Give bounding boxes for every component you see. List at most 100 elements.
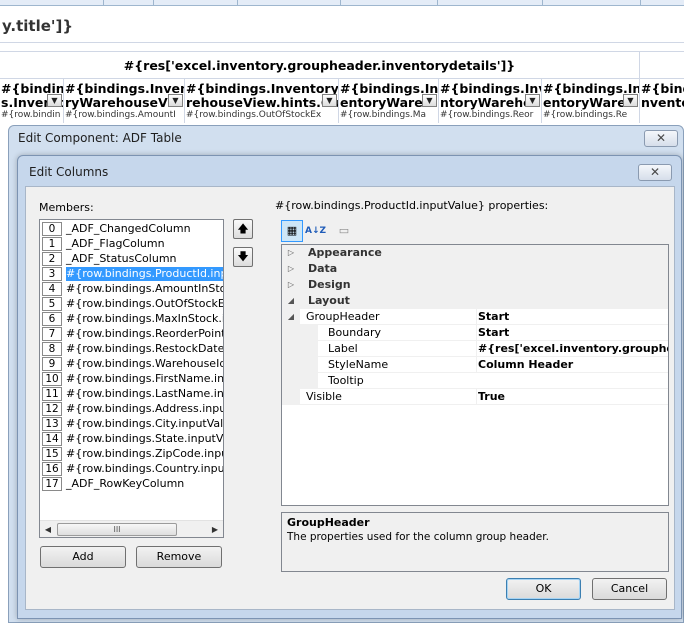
dialog-title: Edit Columns xyxy=(29,165,109,179)
list-item[interactable]: 0 _ADF_ChangedColumn xyxy=(40,222,223,237)
hint-cell: #{row.bindings.Re xyxy=(543,110,628,120)
gutter xyxy=(282,389,300,405)
move-up-button[interactable]: 🡅 xyxy=(233,219,253,239)
hint-cell: #{row.bindings.AmountI xyxy=(65,110,176,120)
member-name: #{row.bindings.ZipCode.inputVal xyxy=(66,447,223,460)
list-item[interactable]: 5 #{row.bindings.OutOfStockExpl. xyxy=(40,297,223,312)
group-header-cell[interactable]: #{res['excel.inventory.groupheader.inven… xyxy=(0,52,640,78)
filter-dropdown-button[interactable]: ▼ xyxy=(422,94,437,107)
title-cell[interactable]: y.title']} xyxy=(0,7,684,43)
move-down-button[interactable]: 🡇 xyxy=(233,247,253,267)
filter-dropdown-button[interactable]: ▼ xyxy=(525,94,540,107)
property-row[interactable]: ◢ GroupHeader Start xyxy=(282,309,668,325)
close-icon[interactable]: ✕ xyxy=(638,164,672,181)
list-item[interactable]: 9 #{row.bindings.WarehouseId.inp xyxy=(40,357,223,372)
expand-icon: ▷ xyxy=(282,261,300,277)
member-index: 12 xyxy=(42,402,62,416)
property-pages-icon[interactable]: ▭ xyxy=(333,220,355,242)
description-panel: GroupHeader The properties used for the … xyxy=(281,512,669,572)
gutter xyxy=(282,373,300,389)
property-name: Visible xyxy=(306,390,342,403)
member-name: _ADF_FlagColumn xyxy=(66,237,165,250)
property-name: Appearance xyxy=(308,246,382,259)
column-header-line1: #{bindings.Invento xyxy=(65,81,184,96)
property-category[interactable]: ▷ Data xyxy=(282,261,668,277)
property-row[interactable]: StyleName Column Header xyxy=(282,357,668,373)
member-index: 4 xyxy=(42,282,62,296)
cancel-button[interactable]: Cancel xyxy=(592,578,667,600)
member-index: 13 xyxy=(42,417,62,431)
list-item[interactable]: 13 #{row.bindings.City.inputValue} xyxy=(40,417,223,432)
categorized-view-icon[interactable]: ▦ xyxy=(281,220,303,242)
list-item[interactable]: 7 #{row.bindings.ReorderPoint.inp xyxy=(40,327,223,342)
add-button[interactable]: Add xyxy=(40,546,126,568)
members-list[interactable]: 0 _ADF_ChangedColumn 1 _ADF_FlagColumn 2 _ADF… xyxy=(39,219,224,538)
member-name: #{row.bindings.LastName.input\ xyxy=(66,387,223,400)
member-index: 5 xyxy=(42,297,62,311)
list-item[interactable]: 15 #{row.bindings.ZipCode.inputVal xyxy=(40,447,223,462)
filter-dropdown-button[interactable]: ▼ xyxy=(47,94,62,107)
filter-dropdown-button[interactable]: ▼ xyxy=(168,94,183,107)
member-index: 3 xyxy=(42,267,62,281)
property-name: Boundary xyxy=(328,326,381,339)
property-row[interactable]: Visible True xyxy=(282,389,668,405)
ok-button[interactable]: OK xyxy=(506,578,581,600)
hint-cell: #{row.bindings.Reor xyxy=(440,110,534,120)
description-title: GroupHeader xyxy=(287,516,370,529)
property-grid[interactable]: ▷ Appearance ▷ Data ▷ Design ◢ Layout ◢ GroupHead… xyxy=(281,244,669,506)
property-row[interactable]: Boundary Start xyxy=(282,325,668,341)
empty-cell[interactable] xyxy=(641,52,684,78)
expand-icon: ▷ xyxy=(282,245,300,261)
gutter xyxy=(300,373,318,389)
hint-cell: #{row.bindings.OutOfStockEx xyxy=(186,110,322,120)
member-index: 9 xyxy=(42,357,62,371)
close-icon[interactable]: ✕ xyxy=(644,130,678,147)
property-value[interactable]: True xyxy=(476,389,668,404)
property-row[interactable]: Tooltip xyxy=(282,373,668,389)
property-category[interactable]: ▷ Design xyxy=(282,277,668,293)
dialog-body: Members: 0 _ADF_ChangedColumn 1 _ADF_FlagCo… xyxy=(25,186,675,610)
remove-button[interactable]: Remove xyxy=(136,546,222,568)
list-item[interactable]: 4 #{row.bindings.AmountInStock.i xyxy=(40,282,223,297)
list-item[interactable]: 12 #{row.bindings.Address.inputVa xyxy=(40,402,223,417)
property-name: Design xyxy=(308,278,351,291)
member-index: 17 xyxy=(42,477,62,491)
property-name: StyleName xyxy=(328,358,389,371)
member-index: 14 xyxy=(42,432,62,446)
hint-cell: #{row.bindin xyxy=(1,110,61,120)
scroll-thumb[interactable]: III xyxy=(57,523,177,536)
list-item[interactable]: 11 #{row.bindings.LastName.input\ xyxy=(40,387,223,402)
property-category[interactable]: ▷ Appearance xyxy=(282,245,668,261)
list-item[interactable]: 3 #{row.bindings.ProductId.inputV xyxy=(40,267,223,282)
member-index: 0 xyxy=(42,222,62,236)
list-item[interactable]: 17 _ADF_RowKeyColumn xyxy=(40,477,223,492)
horizontal-scrollbar[interactable]: ◀ III ▶ xyxy=(40,520,223,537)
member-index: 16 xyxy=(42,462,62,476)
property-value[interactable]: Start xyxy=(476,309,668,324)
filter-dropdown-button[interactable]: ▼ xyxy=(623,94,638,107)
scroll-left-icon[interactable]: ◀ xyxy=(41,523,55,536)
alphabetical-sort-icon[interactable]: A↓Z xyxy=(304,220,326,242)
property-row[interactable]: Label #{res['excel.inventory.groupheader xyxy=(282,341,668,357)
member-index: 10 xyxy=(42,372,62,386)
list-item[interactable]: 1 _ADF_FlagColumn xyxy=(40,237,223,252)
list-item[interactable]: 2 _ADF_StatusColumn xyxy=(40,252,223,267)
member-name: #{row.bindings.AmountInStock.i xyxy=(66,282,223,295)
property-value[interactable]: Start xyxy=(476,325,668,340)
scroll-right-icon[interactable]: ▶ xyxy=(208,523,222,536)
member-index: 1 xyxy=(42,237,62,251)
member-name: #{row.bindings.OutOfStockExpl. xyxy=(66,297,223,310)
filter-dropdown-button[interactable]: ▼ xyxy=(322,94,337,107)
list-item[interactable]: 8 #{row.bindings.RestockDate.inp xyxy=(40,342,223,357)
list-item[interactable]: 10 #{row.bindings.FirstName.input xyxy=(40,372,223,387)
list-item[interactable]: 14 #{row.bindings.State.inputValue xyxy=(40,432,223,447)
property-value[interactable]: Column Header xyxy=(476,357,668,372)
list-item[interactable]: 6 #{row.bindings.MaxInStock.inpu xyxy=(40,312,223,327)
property-category[interactable]: ◢ Layout xyxy=(282,293,668,309)
edit-columns-dialog: Edit Columns ✕ Members: 0 _ADF_ChangedCol… xyxy=(17,155,682,619)
gutter xyxy=(282,341,300,357)
property-value[interactable]: #{res['excel.inventory.groupheader xyxy=(476,341,668,356)
list-item[interactable]: 16 #{row.bindings.Country.inputVal xyxy=(40,462,223,477)
member-index: 6 xyxy=(42,312,62,326)
column-header-cell[interactable]: #{binding nventoryW xyxy=(640,79,684,123)
